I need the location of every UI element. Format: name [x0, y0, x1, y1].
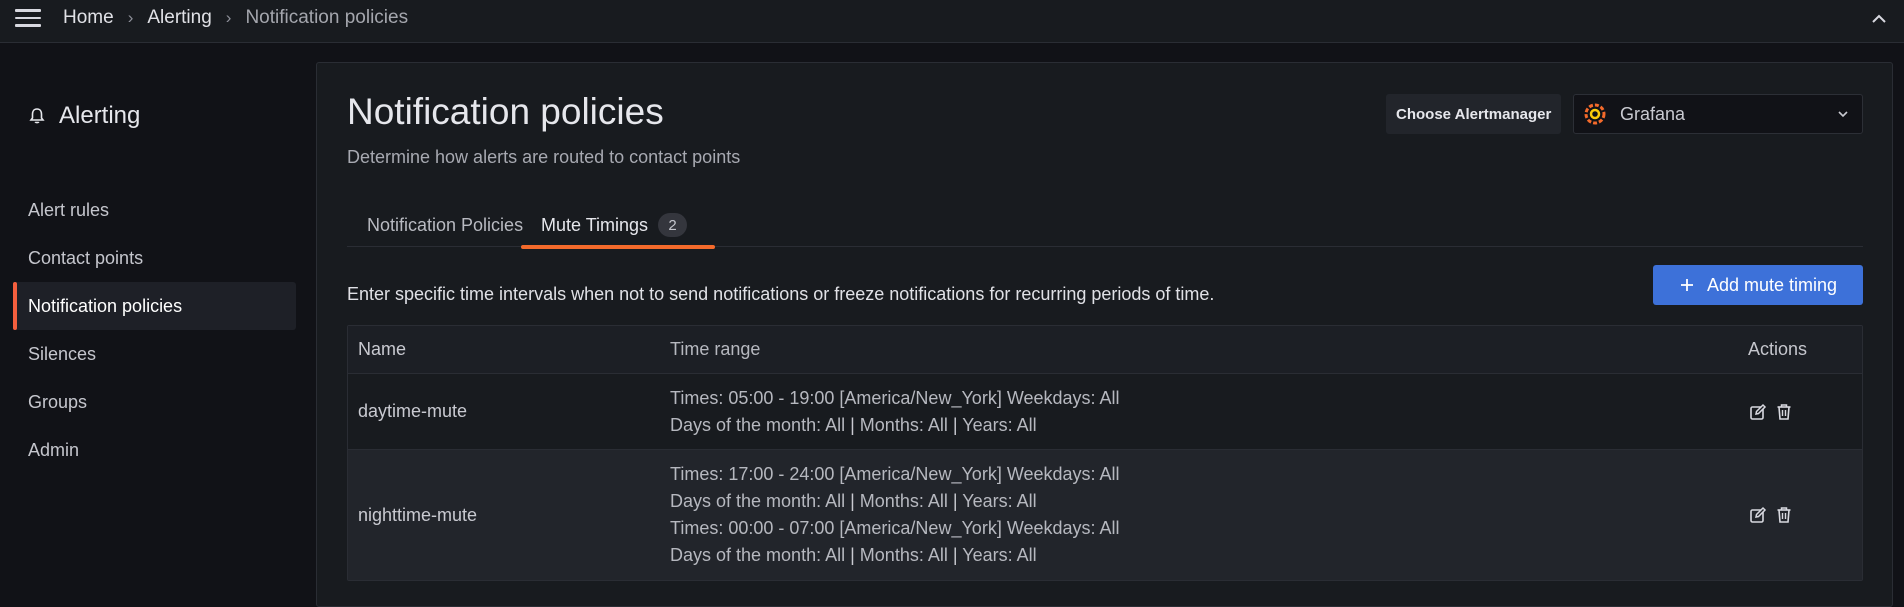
years: Years: All — [962, 414, 1037, 435]
months: Months: All — [859, 414, 948, 435]
mute-timings-description: Enter specific time intervals when not t… — [347, 284, 1215, 304]
time-range-dates: Days of the month: All | Months: All | Y… — [670, 542, 1037, 569]
sidebar-item-alert-rules[interactable]: Alert rules — [13, 186, 296, 234]
alertmanager-select[interactable]: Grafana — [1573, 94, 1863, 134]
breadcrumb-separator-icon: › — [127, 8, 134, 27]
bell-icon — [29, 108, 45, 124]
plus-icon — [1680, 279, 1693, 291]
mute-timing-name: daytime-mute — [358, 401, 468, 421]
time-range-times: Times: 05:00 - 19:00 [America/New_York] … — [670, 387, 1120, 408]
top-bar: Home › Alerting › Notification policies — [0, 0, 1904, 43]
grafana-logo-icon — [1584, 103, 1606, 125]
tab-mute-timings[interactable]: Mute Timings 2 — [520, 203, 716, 249]
breadcrumb-alerting[interactable]: Alerting — [147, 7, 211, 29]
edit-icon[interactable] — [1748, 505, 1768, 525]
page-title: Notification policies — [347, 91, 664, 132]
tab-label: Notification Policies — [367, 214, 524, 235]
breadcrumb-home[interactable]: Home — [63, 7, 114, 29]
trash-icon[interactable] — [1774, 402, 1794, 422]
years: Years: All — [962, 545, 1037, 565]
alertmanager-label: Choose Alertmanager — [1386, 94, 1562, 134]
days-of-month: Days of the month: All — [670, 414, 846, 435]
tabs: Notification Policies Mute Timings 2 — [347, 203, 1863, 249]
sidebar: Alerting Alert rules Contact points Noti… — [0, 44, 316, 607]
time-range-cell: Times: 05:00 - 19:00 [America/New_York] … — [670, 374, 1120, 449]
page-subtitle: Determine how alerts are routed to conta… — [347, 147, 741, 167]
sidebar-title-label: Alerting — [59, 102, 141, 129]
days-of-month: Days of the month: All — [670, 491, 846, 511]
add-mute-timing-button[interactable]: Add mute timing — [1653, 265, 1863, 305]
separator-bar: | — [850, 414, 860, 435]
tab-notification-policies[interactable]: Notification Policies — [367, 203, 523, 247]
time-range-times: Times: 17:00 - 24:00 [America/New_York] … — [670, 464, 1120, 484]
sidebar-item-groups[interactable]: Groups — [13, 378, 296, 426]
time-range-dates: Days of the month: All | Months: All | Y… — [670, 488, 1037, 515]
separator-bar: | — [850, 545, 860, 565]
actions-cell — [1748, 450, 1800, 580]
table-row: nighttime-mute Times: 17:00 - 24:00 [Ame… — [348, 450, 1862, 580]
chevron-up-icon[interactable] — [1868, 8, 1890, 30]
table-row: daytime-mute Times: 05:00 - 19:00 [Ameri… — [348, 374, 1862, 450]
years: Years: All — [962, 491, 1037, 511]
column-header-actions: Actions — [1748, 339, 1808, 359]
separator-bar: | — [952, 414, 963, 435]
separator-bar: | — [952, 491, 963, 511]
breadcrumb-current: Notification policies — [245, 7, 409, 28]
time-range-dates: Days of the month: All | Months: All | Y… — [670, 412, 1037, 439]
sidebar-item-silences[interactable]: Silences — [13, 330, 296, 378]
months: Months: All — [859, 545, 948, 565]
tab-label: Mute Timings — [541, 214, 649, 235]
sidebar-item-admin[interactable]: Admin — [13, 426, 296, 474]
sidebar-item-contact-points[interactable]: Contact points — [13, 234, 296, 282]
mute-timing-name: nighttime-mute — [358, 504, 478, 525]
time-range-times: Times: 00:00 - 07:00 [America/New_York] … — [670, 518, 1120, 538]
edit-icon[interactable] — [1748, 402, 1768, 422]
days-of-month: Days of the month: All — [670, 545, 846, 565]
tab-count-badge: 2 — [658, 213, 688, 237]
separator-bar: | — [952, 545, 963, 565]
breadcrumb-separator-icon: › — [225, 8, 232, 27]
time-range-cell: Times: 17:00 - 24:00 [America/New_York] … — [670, 450, 1120, 580]
main-panel: Notification policies Determine how aler… — [316, 62, 1893, 607]
table-header-row: Name Time range Actions — [348, 326, 1862, 374]
separator-bar: | — [850, 491, 860, 511]
column-header-name: Name — [358, 339, 407, 359]
hamburger-menu-icon[interactable] — [15, 9, 41, 27]
sidebar-nav: Alert rules Contact points Notification … — [13, 186, 296, 474]
chevron-down-icon — [1838, 111, 1848, 118]
sidebar-title: Alerting — [28, 102, 140, 130]
mute-timings-table: Name Time range Actions daytime-mute Tim… — [347, 325, 1863, 581]
alertmanager-select-value: Grafana — [1620, 103, 1686, 124]
actions-cell — [1748, 374, 1800, 449]
column-header-time-range: Time range — [670, 339, 761, 359]
breadcrumb: Home › Alerting › Notification policies — [63, 7, 408, 29]
months: Months: All — [859, 491, 948, 511]
add-mute-timing-label: Add mute timing — [1706, 274, 1838, 295]
trash-icon[interactable] — [1774, 505, 1794, 525]
sidebar-item-notification-policies[interactable]: Notification policies — [13, 282, 296, 330]
